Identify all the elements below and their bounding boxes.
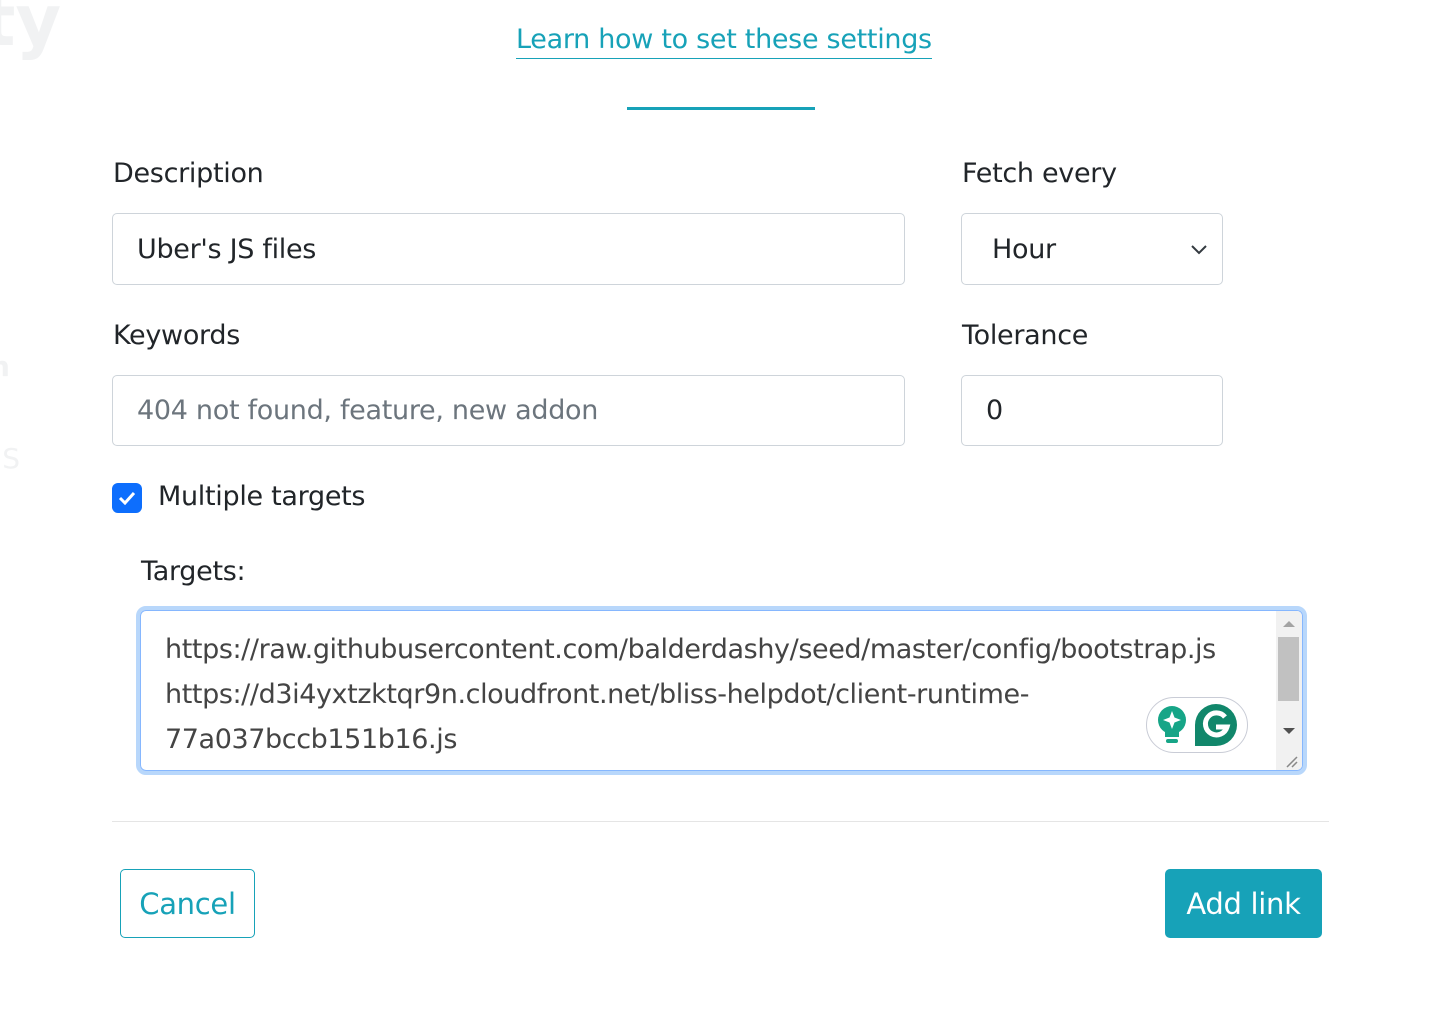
background-text: JS <box>0 442 21 475</box>
tolerance-label: Tolerance <box>962 320 1089 351</box>
background-text: ty <box>0 0 62 62</box>
description-value: Uber's JS files <box>137 233 317 265</box>
tolerance-value: 0 <box>986 395 1003 426</box>
keywords-label: Keywords <box>113 320 240 351</box>
chevron-down-icon <box>1191 245 1207 255</box>
fetch-every-value: Hour <box>992 233 1056 265</box>
textarea-scrollbar[interactable] <box>1276 611 1302 770</box>
grammarly-widget[interactable] <box>1146 697 1248 753</box>
fetch-every-select[interactable]: Hour <box>961 213 1223 285</box>
keywords-input[interactable]: 404 not found, feature, new addon <box>112 375 905 446</box>
checkmark-icon <box>118 491 136 505</box>
divider-accent <box>627 107 815 110</box>
keywords-placeholder: 404 not found, feature, new addon <box>137 395 599 426</box>
tolerance-input[interactable]: 0 <box>961 375 1223 446</box>
background-text: n <box>0 350 10 383</box>
description-input[interactable]: Uber's JS files <box>112 213 905 285</box>
scroll-down-icon[interactable] <box>1283 727 1295 735</box>
learn-settings-link[interactable]: Learn how to set these settings <box>516 22 932 59</box>
footer-divider <box>112 821 1329 822</box>
scrollbar-thumb[interactable] <box>1278 637 1299 701</box>
targets-label: Targets: <box>141 556 246 587</box>
multiple-targets-label[interactable]: Multiple targets <box>158 481 366 512</box>
lightbulb-icon[interactable] <box>1156 705 1188 745</box>
description-label: Description <box>113 158 264 189</box>
cancel-button[interactable]: Cancel <box>120 869 255 938</box>
scroll-up-icon[interactable] <box>1283 620 1295 628</box>
fetch-every-label: Fetch every <box>962 158 1117 189</box>
multiple-targets-checkbox[interactable] <box>112 483 142 513</box>
grammarly-icon[interactable] <box>1194 703 1238 747</box>
resize-handle-icon[interactable] <box>1284 754 1298 768</box>
targets-textarea[interactable]: https://raw.githubusercontent.com/balder… <box>136 606 1307 775</box>
targets-value[interactable]: https://raw.githubusercontent.com/balder… <box>165 627 1265 762</box>
add-link-button[interactable]: Add link <box>1165 869 1322 938</box>
